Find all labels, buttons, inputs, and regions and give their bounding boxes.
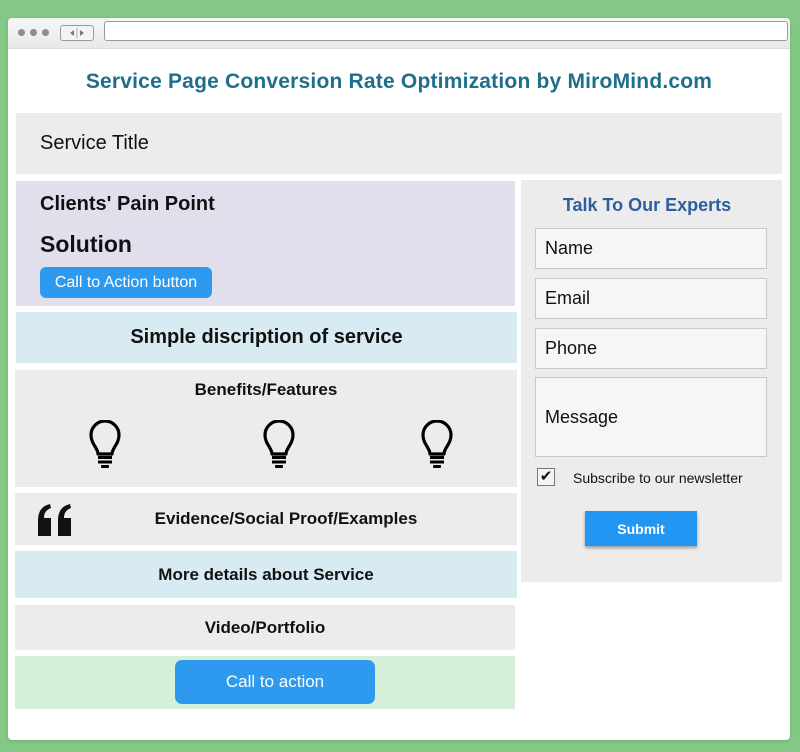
video-portfolio-text: Video/Portfolio — [204, 617, 326, 637]
pain-point-heading: Clients' Pain Point — [40, 193, 215, 215]
more-details-section: More details about Service — [15, 551, 517, 598]
service-title: Service Title — [40, 132, 149, 154]
solution-heading: Solution — [40, 231, 132, 257]
benefits-heading: Benefits/Features — [194, 380, 338, 399]
name-field[interactable]: Name — [535, 228, 767, 269]
form-heading: Talk To Our Experts — [562, 195, 732, 215]
back-forward-icon[interactable] — [60, 25, 94, 41]
submit-button[interactable]: Submit — [585, 511, 697, 546]
video-portfolio-section: Video/Portfolio — [15, 605, 515, 650]
page-title: Service Page Conversion Rate Optimizatio… — [85, 70, 713, 93]
lightbulb-icon — [421, 420, 453, 468]
contact-form: Talk To Our Experts Name Email Phone Mes… — [521, 180, 782, 582]
lightbulb-icon — [263, 420, 295, 468]
subscribe-checkbox[interactable]: ✔ — [537, 468, 555, 486]
description-section: Simple discription of service — [16, 312, 517, 363]
hero-section: Clients' Pain Point Solution Call to Act… — [16, 181, 515, 306]
window-dot-icon[interactable] — [30, 29, 37, 36]
address-bar[interactable] — [104, 21, 788, 41]
more-details-text: More details about Service — [158, 564, 374, 584]
evidence-section: Evidence/Social Proof/Examples — [15, 493, 517, 545]
cta-section: Call to action — [15, 656, 515, 709]
benefits-section: Benefits/Features — [15, 370, 517, 487]
subscribe-label: Subscribe to our newsletter — [573, 470, 743, 486]
phone-field[interactable]: Phone — [535, 328, 767, 369]
bottom-cta-button[interactable]: Call to action — [175, 660, 375, 704]
email-field[interactable]: Email — [535, 278, 767, 319]
evidence-text: Evidence/Social Proof/Examples — [154, 509, 418, 528]
window-dot-icon[interactable] — [42, 29, 49, 36]
window-dot-icon[interactable] — [18, 29, 25, 36]
hero-cta-button[interactable]: Call to Action button — [40, 267, 212, 298]
browser-window: Service Page Conversion Rate Optimizatio… — [8, 18, 790, 740]
service-title-section: Service Title — [16, 113, 782, 174]
description-text: Simple discription of service — [130, 326, 403, 348]
message-field[interactable]: Message — [535, 377, 767, 457]
lightbulb-icon — [89, 420, 121, 468]
browser-toolbar — [8, 18, 790, 49]
